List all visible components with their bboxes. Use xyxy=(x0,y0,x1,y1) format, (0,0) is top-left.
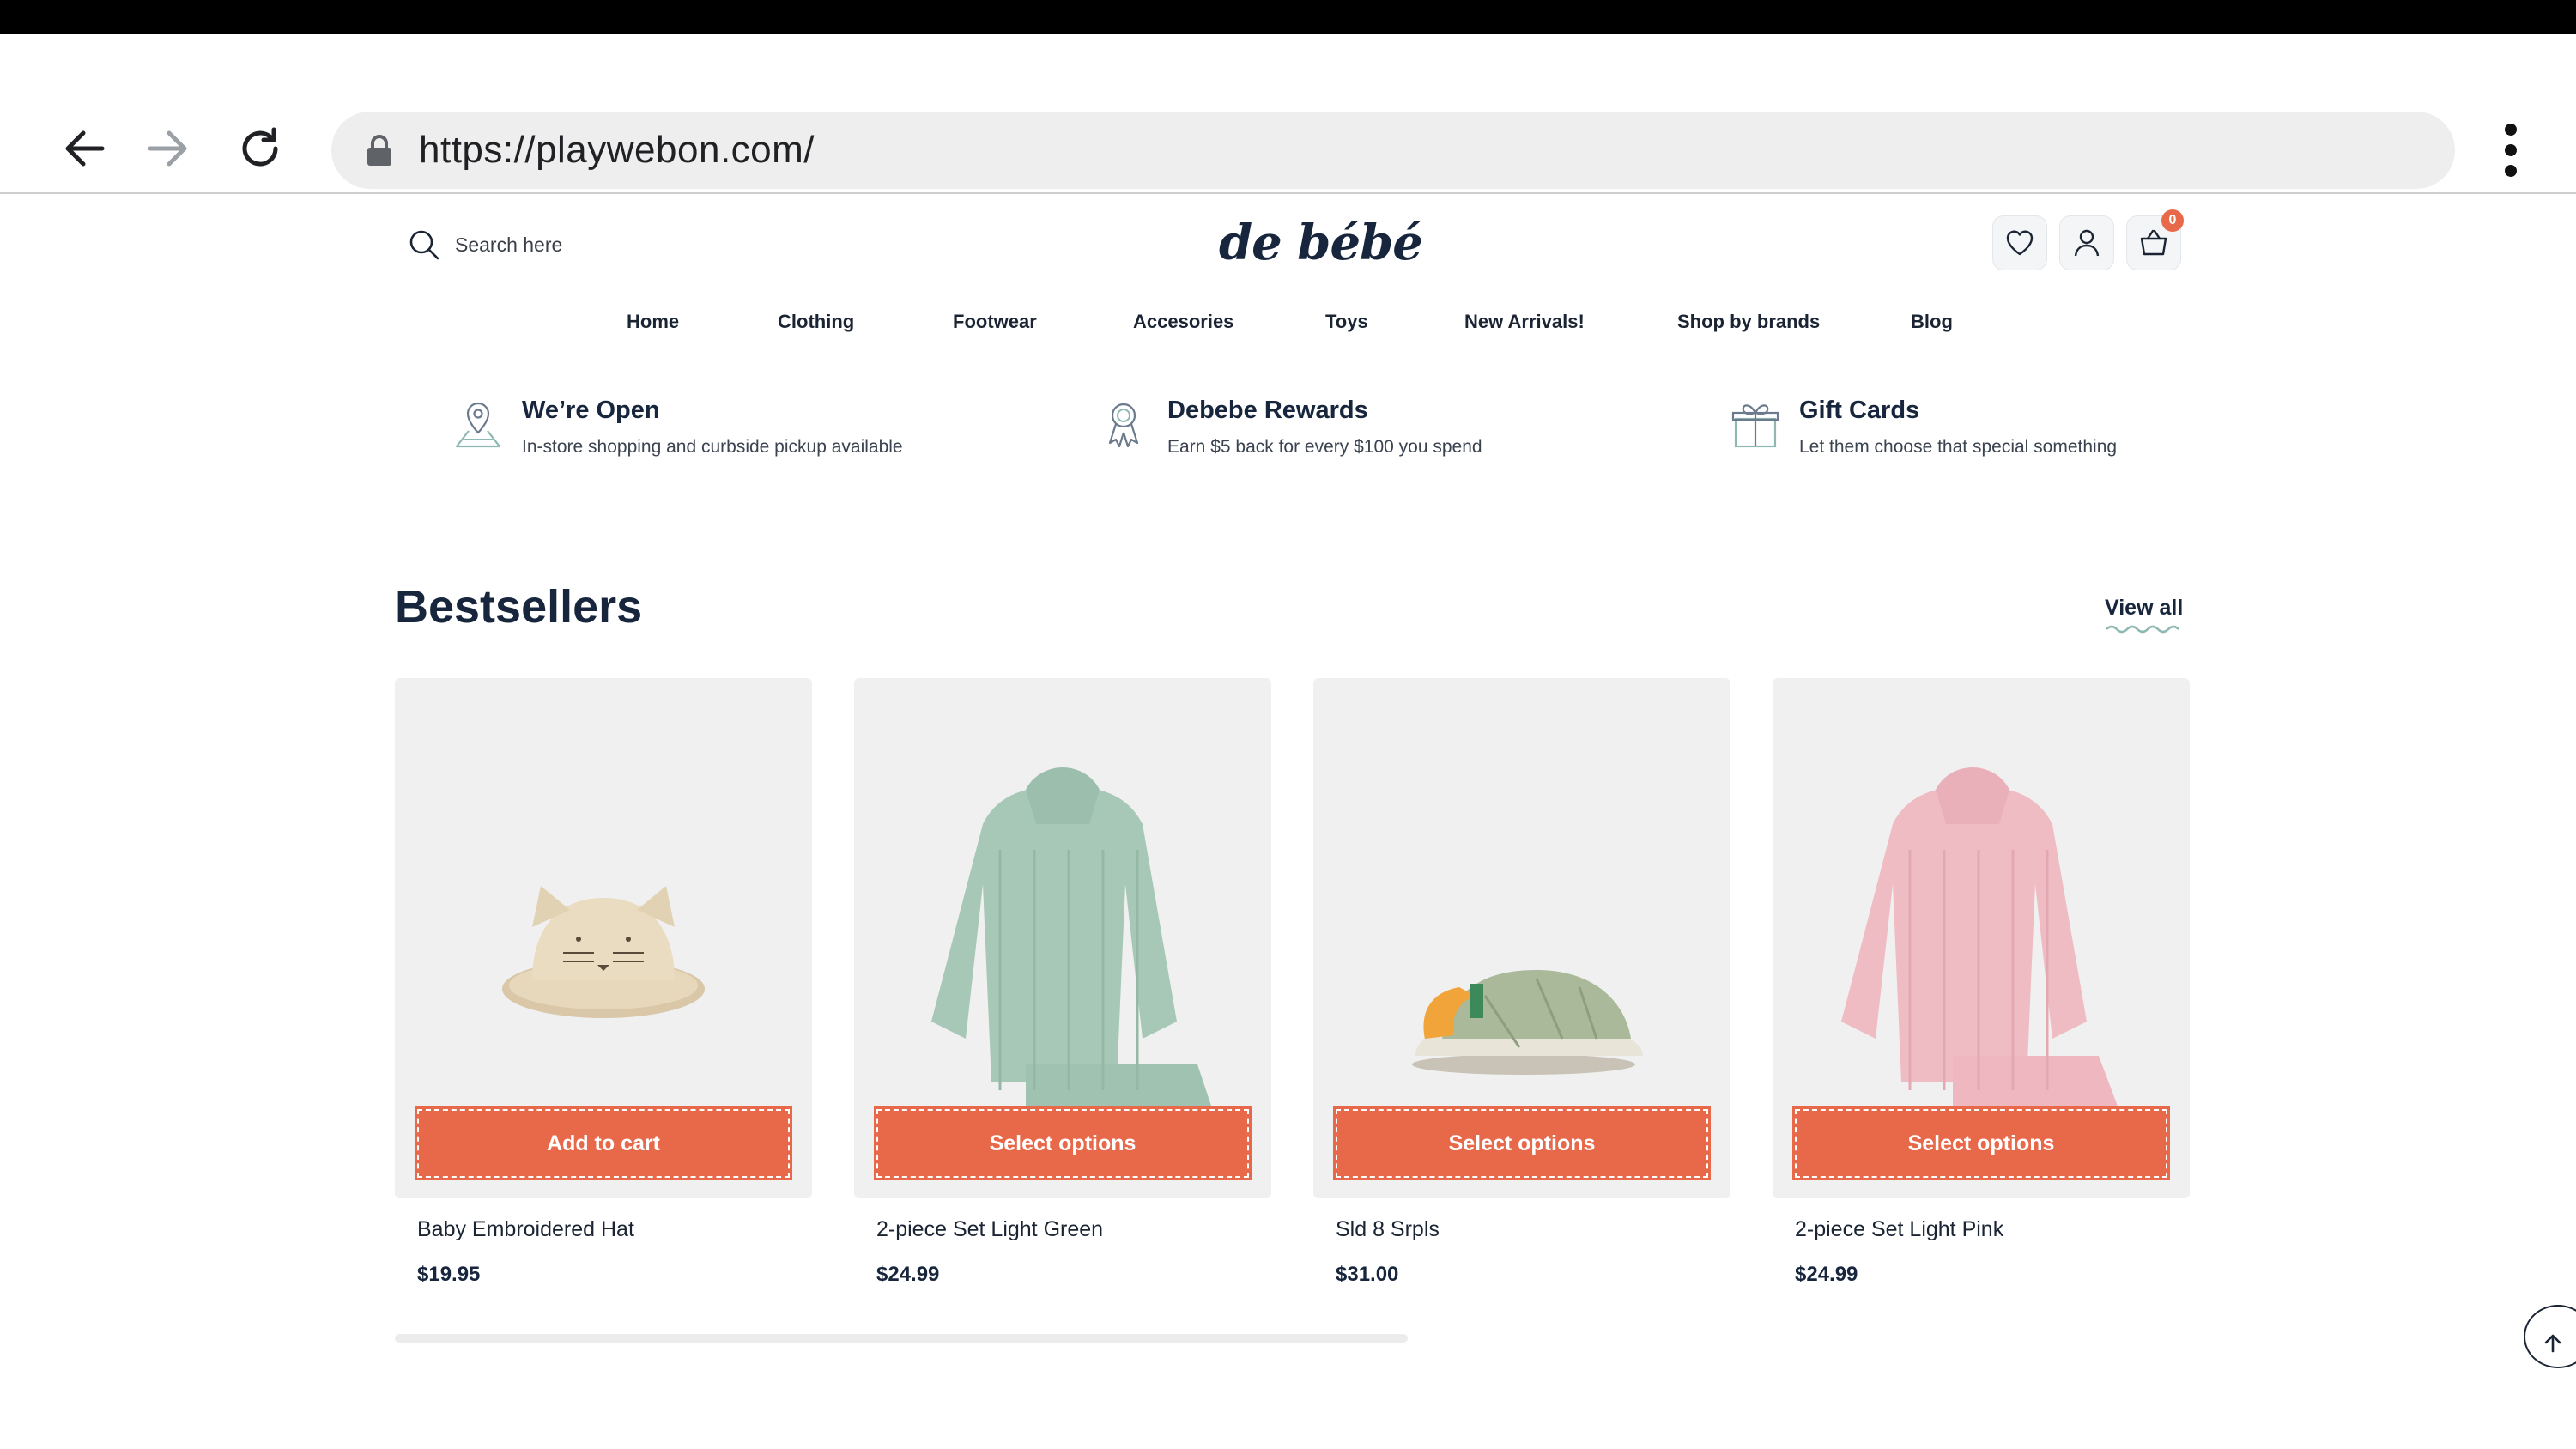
feature-rewards: Debebe Rewards Earn $5 back for every $1… xyxy=(1095,397,1482,458)
url-text: https://playwebon.com/ xyxy=(419,129,815,171)
arrow-up-icon xyxy=(2544,1334,2561,1353)
product-card: Select options 2-piece Set Light Pink $2… xyxy=(1773,678,2190,1287)
select-options-button[interactable]: Select options xyxy=(1333,1106,1711,1180)
product-name[interactable]: 2-piece Set Light Green xyxy=(876,1217,1271,1242)
nav-clothing[interactable]: Clothing xyxy=(778,311,854,333)
dot-icon xyxy=(2505,144,2517,156)
nav-accesories[interactable]: Accesories xyxy=(1133,311,1233,333)
feature-gift-cards: Gift Cards Let them choose that special … xyxy=(1727,397,2117,458)
product-name[interactable]: 2-piece Set Light Pink xyxy=(1795,1217,2190,1242)
add-to-cart-button[interactable]: Add to cart xyxy=(415,1106,792,1180)
product-card: Select options 2-piece Set Light Green $… xyxy=(854,678,1271,1287)
heart-icon xyxy=(2006,230,2034,256)
cart-count-badge: 0 xyxy=(2161,209,2184,232)
product-card: Add to cart Baby Embroidered Hat $19.95 xyxy=(395,678,812,1287)
account-button[interactable] xyxy=(2060,216,2113,270)
dot-icon xyxy=(2505,165,2517,177)
gift-icon xyxy=(1731,404,1779,448)
product-image[interactable]: Select options xyxy=(854,678,1271,1198)
feature-title: Gift Cards xyxy=(1799,397,1920,424)
search-icon[interactable] xyxy=(407,227,441,262)
arrow-left-icon xyxy=(65,130,105,167)
lock-icon xyxy=(367,135,391,166)
arrow-right-icon xyxy=(148,130,187,167)
product-image[interactable]: Select options xyxy=(1773,678,2190,1198)
reload-button[interactable] xyxy=(230,118,290,179)
view-all-link[interactable]: View all xyxy=(2105,596,2183,621)
feature-open: We’re Open In-store shopping and curbsid… xyxy=(450,397,903,458)
select-options-button[interactable]: Select options xyxy=(1792,1106,2170,1180)
feature-title: Debebe Rewards xyxy=(1167,397,1368,424)
feature-subtitle: Earn $5 back for every $100 you spend xyxy=(1167,437,1482,457)
nav-shop-by-brands[interactable]: Shop by brands xyxy=(1677,311,1820,333)
site-logo[interactable]: de bébé xyxy=(1219,215,1423,271)
back-button[interactable] xyxy=(55,118,115,179)
address-bar[interactable]: https://playwebon.com/ xyxy=(331,112,2455,189)
user-icon xyxy=(2074,229,2100,257)
bestsellers-title: Bestsellers xyxy=(395,581,643,633)
forward-button[interactable] xyxy=(137,118,197,179)
search-input[interactable] xyxy=(455,233,712,257)
nav-blog[interactable]: Blog xyxy=(1911,311,1953,333)
product-image[interactable]: Select options xyxy=(1313,678,1730,1198)
carousel-scrollbar[interactable] xyxy=(395,1334,1408,1343)
award-ribbon-icon xyxy=(1108,403,1139,448)
back-to-top-button[interactable] xyxy=(2524,1305,2576,1368)
product-price: $24.99 xyxy=(876,1263,940,1286)
browser-menu-button[interactable] xyxy=(2489,120,2532,180)
nav-home[interactable]: Home xyxy=(627,311,679,333)
feature-subtitle: In-store shopping and curbside pickup av… xyxy=(522,437,903,457)
browser-toolbar: https://playwebon.com/ xyxy=(0,34,2576,194)
wishlist-button[interactable] xyxy=(1993,216,2046,270)
product-name[interactable]: Sld 8 Srpls xyxy=(1336,1217,1730,1242)
product-price: $24.99 xyxy=(1795,1263,1858,1286)
product-name[interactable]: Baby Embroidered Hat xyxy=(417,1217,812,1242)
feature-title: We’re Open xyxy=(522,397,660,424)
nav-new-arrivals[interactable]: New Arrivals! xyxy=(1464,311,1585,333)
feature-subtitle: Let them choose that special something xyxy=(1799,437,2118,457)
nav-footwear[interactable]: Footwear xyxy=(953,311,1037,333)
dot-icon xyxy=(2505,124,2517,136)
product-price: $19.95 xyxy=(417,1263,481,1286)
main-nav: Home Clothing Footwear Accesories Toys N… xyxy=(0,311,2576,345)
map-pin-icon xyxy=(455,402,501,448)
status-bar xyxy=(0,0,2576,34)
product-image[interactable]: Add to cart xyxy=(395,678,812,1198)
cart-button[interactable]: 0 xyxy=(2127,209,2184,270)
wave-underline-icon xyxy=(2106,625,2179,634)
basket-icon xyxy=(2140,229,2167,256)
reload-icon xyxy=(242,127,278,167)
select-options-button[interactable]: Select options xyxy=(874,1106,1252,1180)
nav-toys[interactable]: Toys xyxy=(1325,311,1368,333)
site-search xyxy=(407,227,712,262)
product-card: Select options Sld 8 Srpls $31.00 xyxy=(1313,678,1730,1287)
product-price: $31.00 xyxy=(1336,1263,1399,1286)
